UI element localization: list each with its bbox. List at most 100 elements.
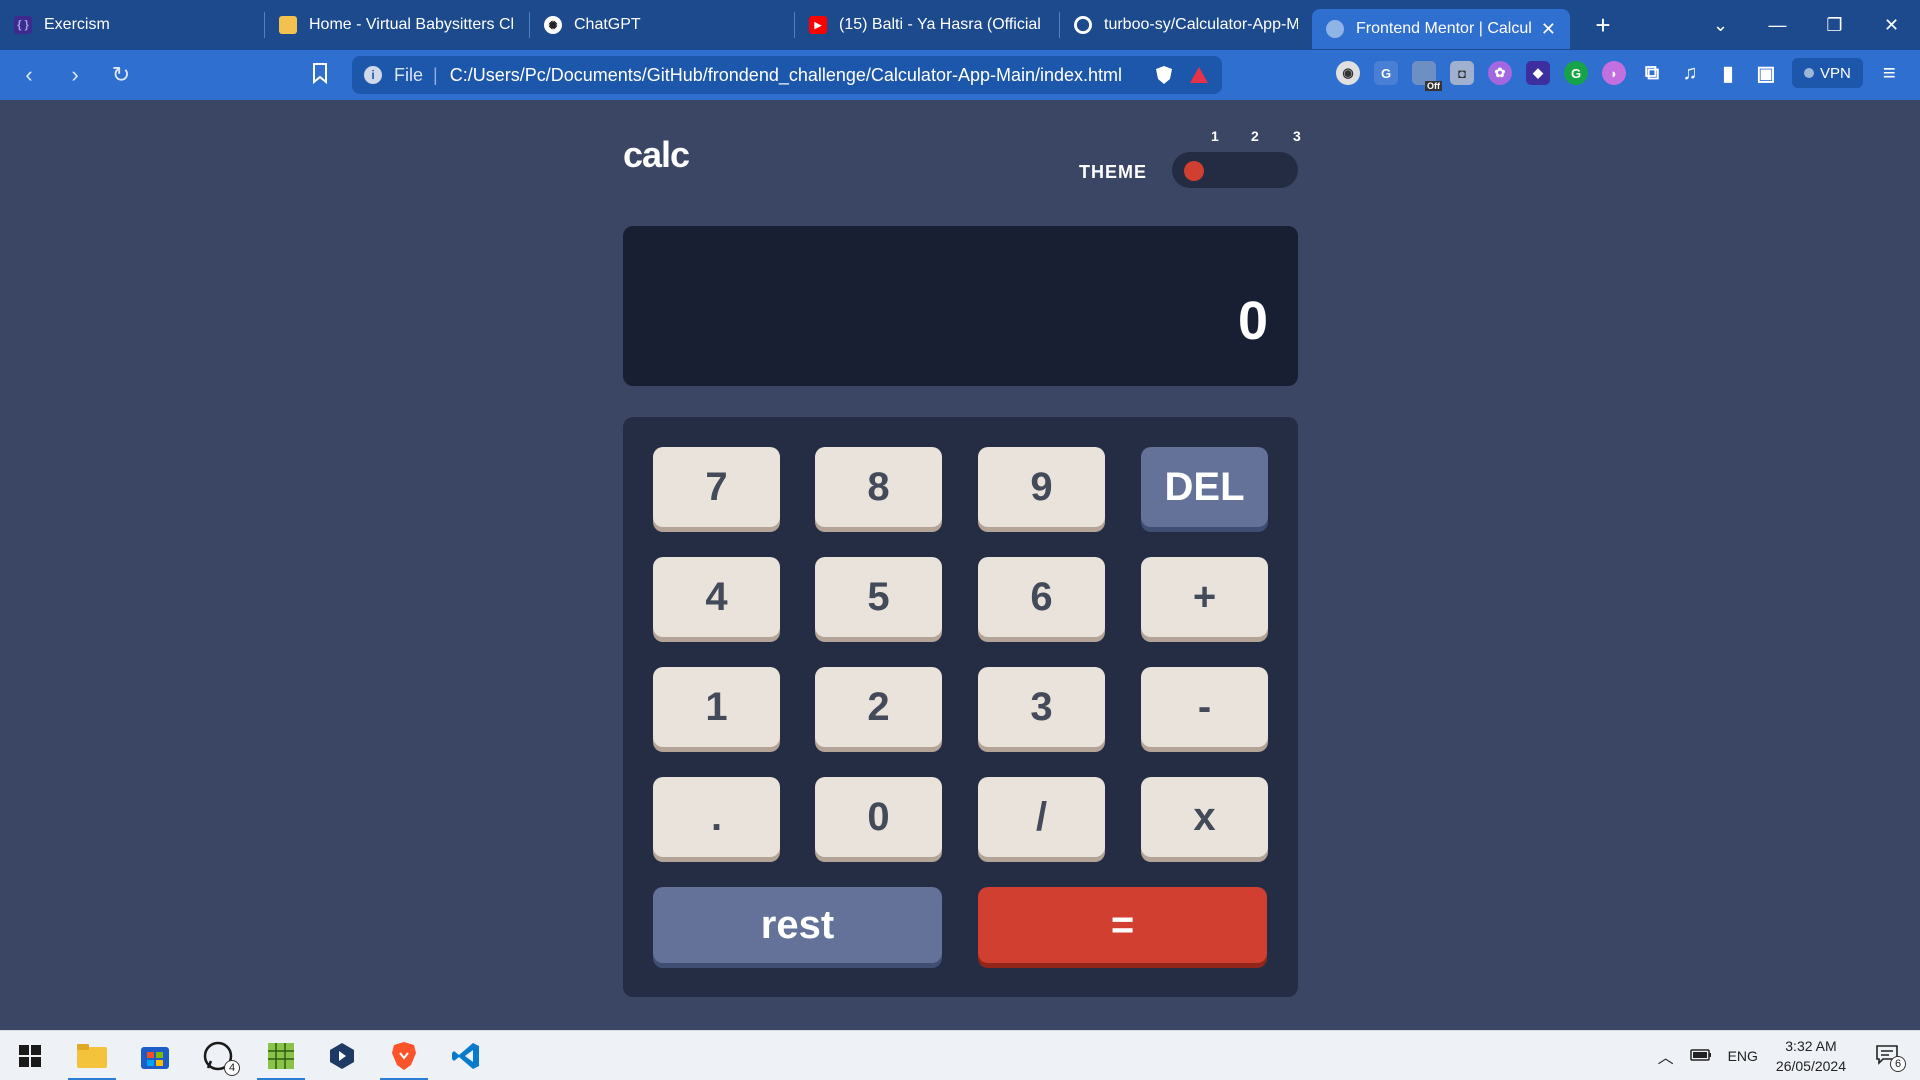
windows-logo-icon: [19, 1045, 41, 1067]
back-button[interactable]: ‹: [6, 62, 52, 88]
extension-badge: Off: [1425, 81, 1442, 91]
camera-icon[interactable]: ◘: [1450, 61, 1474, 85]
info-icon[interactable]: i: [364, 66, 382, 84]
whatsapp-button[interactable]: 4: [198, 1036, 240, 1076]
calc-logo: calc: [623, 134, 690, 175]
clock-time: 3:32 AM: [1785, 1038, 1837, 1054]
tab-youtube[interactable]: ▶ (15) Balti - Ya Hasra (Official Mu: [795, 6, 1059, 44]
show-hidden-icons-chevron-icon[interactable]: ︿: [1658, 1044, 1674, 1068]
key-divide[interactable]: /: [978, 777, 1105, 857]
vbc-icon: [279, 16, 297, 34]
notifications-button[interactable]: 6: [1876, 1044, 1906, 1072]
key-equals[interactable]: =: [978, 887, 1267, 963]
sidebar-icon[interactable]: ▮: [1716, 61, 1740, 85]
window-controls: ⌄ — ❐ ✕: [1692, 0, 1920, 50]
exercism-icon: { }: [14, 16, 32, 34]
clock-date: 26/05/2024: [1775, 1058, 1846, 1074]
extension-purple-icon[interactable]: ◗: [1602, 61, 1626, 85]
key-6[interactable]: 6: [978, 557, 1105, 637]
key-4[interactable]: 4: [653, 557, 780, 637]
tab-github[interactable]: turboo-sy/Calculator-App-Mair: [1060, 6, 1312, 44]
extension-owl-icon[interactable]: ◉: [1336, 61, 1360, 85]
theme-toggle[interactable]: [1172, 152, 1298, 188]
new-tab-button[interactable]: +: [1588, 10, 1618, 41]
vscode-icon: [452, 1043, 479, 1069]
close-window-button[interactable]: ✕: [1863, 15, 1920, 36]
store-icon: [141, 1047, 169, 1069]
brave-rewards-icon[interactable]: [1190, 67, 1208, 83]
extension-off-icon[interactable]: Off: [1412, 61, 1442, 91]
key-multiply[interactable]: x: [1141, 777, 1268, 857]
key-7[interactable]: 7: [653, 447, 780, 527]
tab-frontend-mentor[interactable]: Frontend Mentor | Calculat ✕: [1312, 9, 1570, 49]
notifications-badge: 6: [1890, 1055, 1906, 1072]
calculator-app: calc THEME 1 2 3 0 7 8 9 DEL 4 5 6 + 1 2…: [623, 128, 1301, 997]
brave-shield-icon[interactable]: [1154, 65, 1174, 85]
key-reset[interactable]: rest: [653, 887, 942, 963]
windows-taskbar: 4 ︿ ENG 3:32 AM 26/05/2024 6: [0, 1030, 1920, 1080]
close-tab-icon[interactable]: ✕: [1541, 19, 1556, 40]
wallet-icon[interactable]: ▣: [1754, 61, 1778, 85]
key-decimal[interactable]: .: [653, 777, 780, 857]
key-2[interactable]: 2: [815, 667, 942, 747]
theme-numbers: 1 2 3: [1183, 128, 1301, 146]
language-indicator[interactable]: ENG: [1728, 1048, 1758, 1064]
theme-number-2: 2: [1251, 128, 1259, 144]
address-bar[interactable]: i File | C:/Users/Pc/Documents/GitHub/fr…: [352, 56, 1222, 94]
vpn-button[interactable]: VPN: [1792, 58, 1863, 88]
media-music-icon[interactable]: ♫: [1678, 61, 1702, 85]
system-tray: ︿ ENG 3:32 AM 26/05/2024 6: [1658, 1031, 1920, 1080]
whatsapp-badge: 4: [224, 1060, 240, 1076]
tab-label: turboo-sy/Calculator-App-Mair: [1104, 16, 1298, 33]
url-text[interactable]: C:/Users/Pc/Documents/GitHub/frondend_ch…: [450, 65, 1122, 86]
key-8[interactable]: 8: [815, 447, 942, 527]
extensions-puzzle-icon[interactable]: ⧉: [1640, 61, 1664, 85]
calculator-header: calc THEME 1 2 3: [623, 128, 1301, 188]
start-button[interactable]: [10, 1036, 50, 1076]
minimize-button[interactable]: —: [1749, 15, 1806, 36]
tab-list-chevron-icon[interactable]: ⌄: [1692, 15, 1749, 36]
restore-button[interactable]: ❐: [1806, 15, 1863, 36]
tab-label: ChatGPT: [574, 16, 641, 33]
vscode-button[interactable]: [446, 1036, 486, 1076]
google-translate-icon[interactable]: G: [1374, 61, 1398, 85]
tab-virtual-babysitters[interactable]: Home - Virtual Babysitters Club: [265, 6, 529, 44]
spreadsheet-app-button[interactable]: [257, 1036, 305, 1080]
theme-toggle-knob[interactable]: [1184, 161, 1204, 181]
github-icon: [1074, 16, 1092, 34]
clock[interactable]: 3:32 AM 26/05/2024: [1776, 1036, 1846, 1076]
youtube-icon: ▶: [809, 16, 827, 34]
tab-label: Home - Virtual Babysitters Club: [309, 16, 515, 33]
extension-strip: ◉ G Off ◘ ✿ ◆ G ◗ ⧉ ♫ ▮ ▣ VPN ≡: [1336, 58, 1896, 91]
keypad: 7 8 9 DEL 4 5 6 + 1 2 3 - . 0 / x rest =: [623, 417, 1298, 997]
key-1[interactable]: 1: [653, 667, 780, 747]
key-minus[interactable]: -: [1141, 667, 1268, 747]
vpn-status-icon: [1804, 68, 1814, 78]
layers-icon[interactable]: ◆: [1526, 61, 1550, 85]
file-explorer-button[interactable]: [68, 1036, 116, 1080]
display-value: 0: [1237, 291, 1268, 351]
key-0[interactable]: 0: [815, 777, 942, 857]
key-5[interactable]: 5: [815, 557, 942, 637]
vpn-app-button[interactable]: [322, 1036, 362, 1076]
tab-chatgpt[interactable]: ✺ ChatGPT: [530, 6, 794, 44]
key-3[interactable]: 3: [978, 667, 1105, 747]
ms-store-button[interactable]: [135, 1036, 175, 1076]
key-plus[interactable]: +: [1141, 557, 1268, 637]
theme-number-3: 3: [1293, 128, 1301, 144]
bookmark-icon[interactable]: [312, 62, 332, 86]
hexagon-app-icon: [330, 1043, 354, 1069]
key-9[interactable]: 9: [978, 447, 1105, 527]
reload-button[interactable]: ↻: [98, 62, 144, 88]
spreadsheet-icon: [268, 1043, 294, 1069]
key-del[interactable]: DEL: [1141, 447, 1268, 527]
tab-exercism[interactable]: { } Exercism: [0, 6, 264, 44]
brave-browser-button[interactable]: [380, 1036, 428, 1080]
globe-icon: [1326, 20, 1344, 38]
brain-icon[interactable]: ✿: [1488, 61, 1512, 85]
forward-button[interactable]: ›: [52, 62, 98, 88]
browser-tab-bar: { } Exercism Home - Virtual Babysitters …: [0, 0, 1920, 50]
grammarly-icon[interactable]: G: [1564, 61, 1588, 85]
battery-icon[interactable]: [1689, 1048, 1712, 1064]
menu-icon[interactable]: ≡: [1883, 60, 1896, 86]
